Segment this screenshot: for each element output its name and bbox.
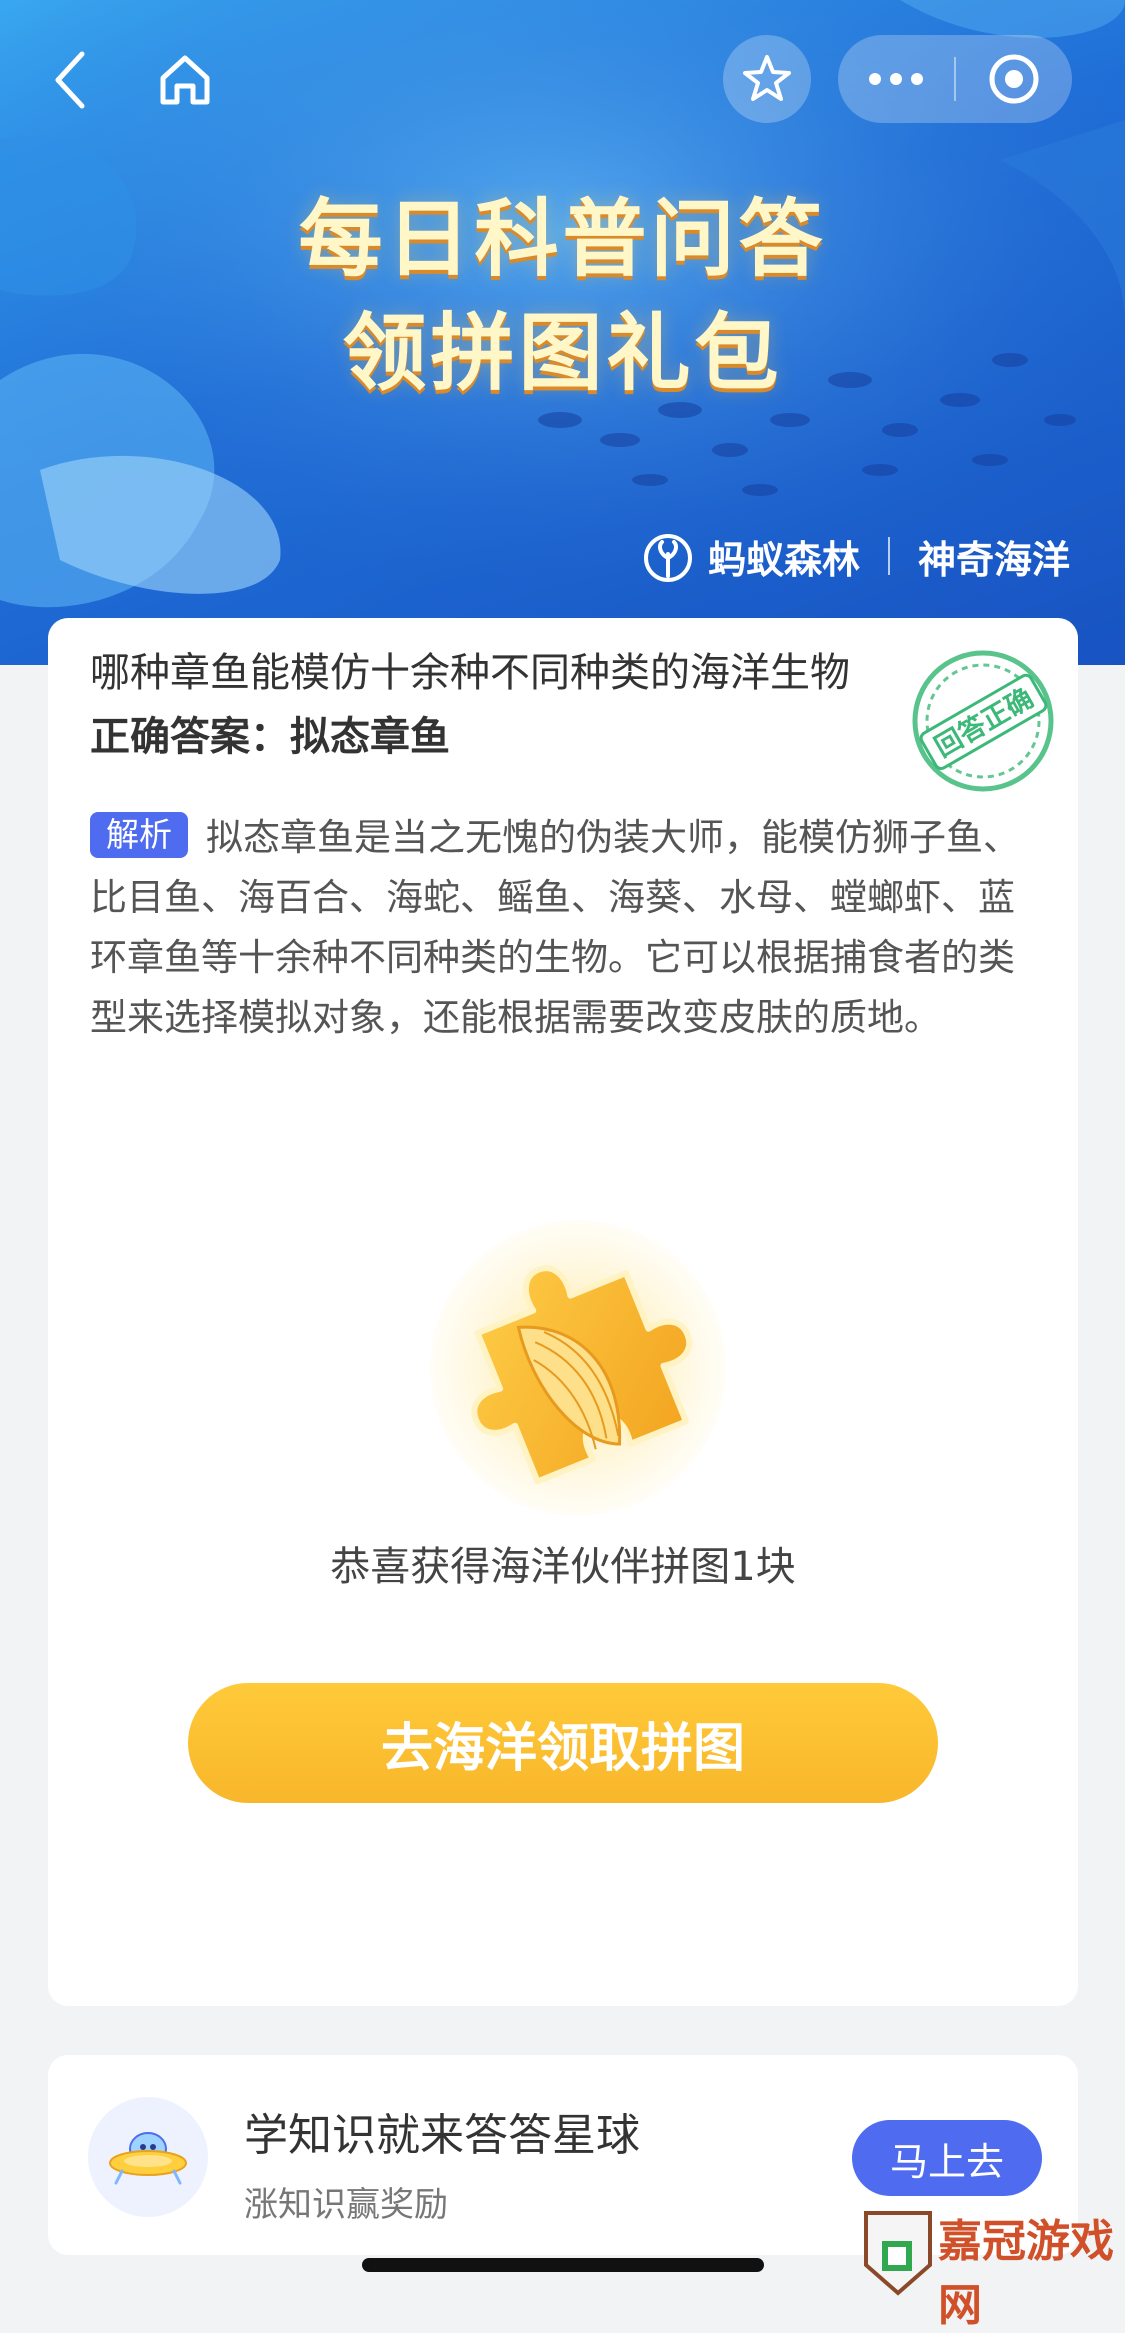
header-banner: 每日科普问答 领拼图礼包 蚂蚁森林 神奇海洋 (0, 0, 1125, 665)
analysis-text: 拟态章鱼是当之无愧的伪装大师，能模仿狮子鱼、比目鱼、海百合、海蛇、鳐鱼、海葵、水… (90, 816, 1020, 1039)
brand-magic-ocean: 神奇海洋 (917, 537, 1070, 582)
banner-title-line1: 每日科普问答 (298, 190, 827, 288)
question-text: 哪种章鱼能模仿十余种不同种类的海洋生物 (90, 650, 850, 696)
target-close-icon (989, 54, 1039, 104)
puzzle-piece-icon (430, 1220, 726, 1516)
watermark-logo-icon (864, 2211, 932, 2296)
quiz-result-card: 哪种章鱼能模仿十余种不同种类的海洋生物 正确答案：拟态章鱼 回答正确 解析 拟态章… (48, 618, 1078, 2006)
go-now-button[interactable]: 马上去 (852, 2120, 1042, 2196)
correct-answer: 正确答案：拟态章鱼 (90, 714, 450, 760)
watermark-text: 嘉冠游戏网 (938, 2216, 1114, 2331)
back-arrow-icon (55, 51, 85, 109)
more-button[interactable] (838, 35, 954, 123)
brand-divider (887, 537, 890, 575)
favorite-button[interactable] (723, 35, 811, 123)
analysis-tag: 解析 (90, 812, 188, 858)
more-dots-icon (869, 73, 923, 85)
miniapp-capsule (838, 35, 1072, 123)
correct-stamp-icon: 回答正确 (912, 650, 1054, 792)
reward-message: 恭喜获得海洋伙伴拼图1块 (330, 1544, 796, 1590)
home-indicator (362, 2258, 764, 2272)
home-icon (160, 55, 210, 105)
brand-row: 蚂蚁森林 神奇海洋 (640, 528, 1070, 584)
banner-title-line2: 领拼图礼包 (342, 304, 783, 402)
watermark: 嘉冠游戏网 (858, 2205, 1120, 2331)
planet-avatar (88, 2097, 208, 2217)
star-icon (743, 55, 791, 101)
promo-title: 学知识就来答答星球 (244, 2110, 640, 2161)
claim-puzzle-button[interactable]: 去海洋领取拼图 (188, 1683, 938, 1803)
brand-ant-forest: 蚂蚁森林 (707, 537, 860, 582)
promo-subtitle: 涨知识赢奖励 (244, 2185, 448, 2225)
close-miniapp-button[interactable] (956, 35, 1072, 123)
analysis-paragraph: 解析 拟态章鱼是当之无愧的伪装大师，能模仿狮子鱼、比目鱼、海百合、海蛇、鳐鱼、海葵… (90, 808, 1040, 1048)
ant-forest-logo-icon (643, 534, 692, 582)
back-button[interactable] (40, 40, 100, 120)
ufo-planet-icon (92, 2101, 204, 2213)
home-button[interactable] (150, 45, 220, 115)
